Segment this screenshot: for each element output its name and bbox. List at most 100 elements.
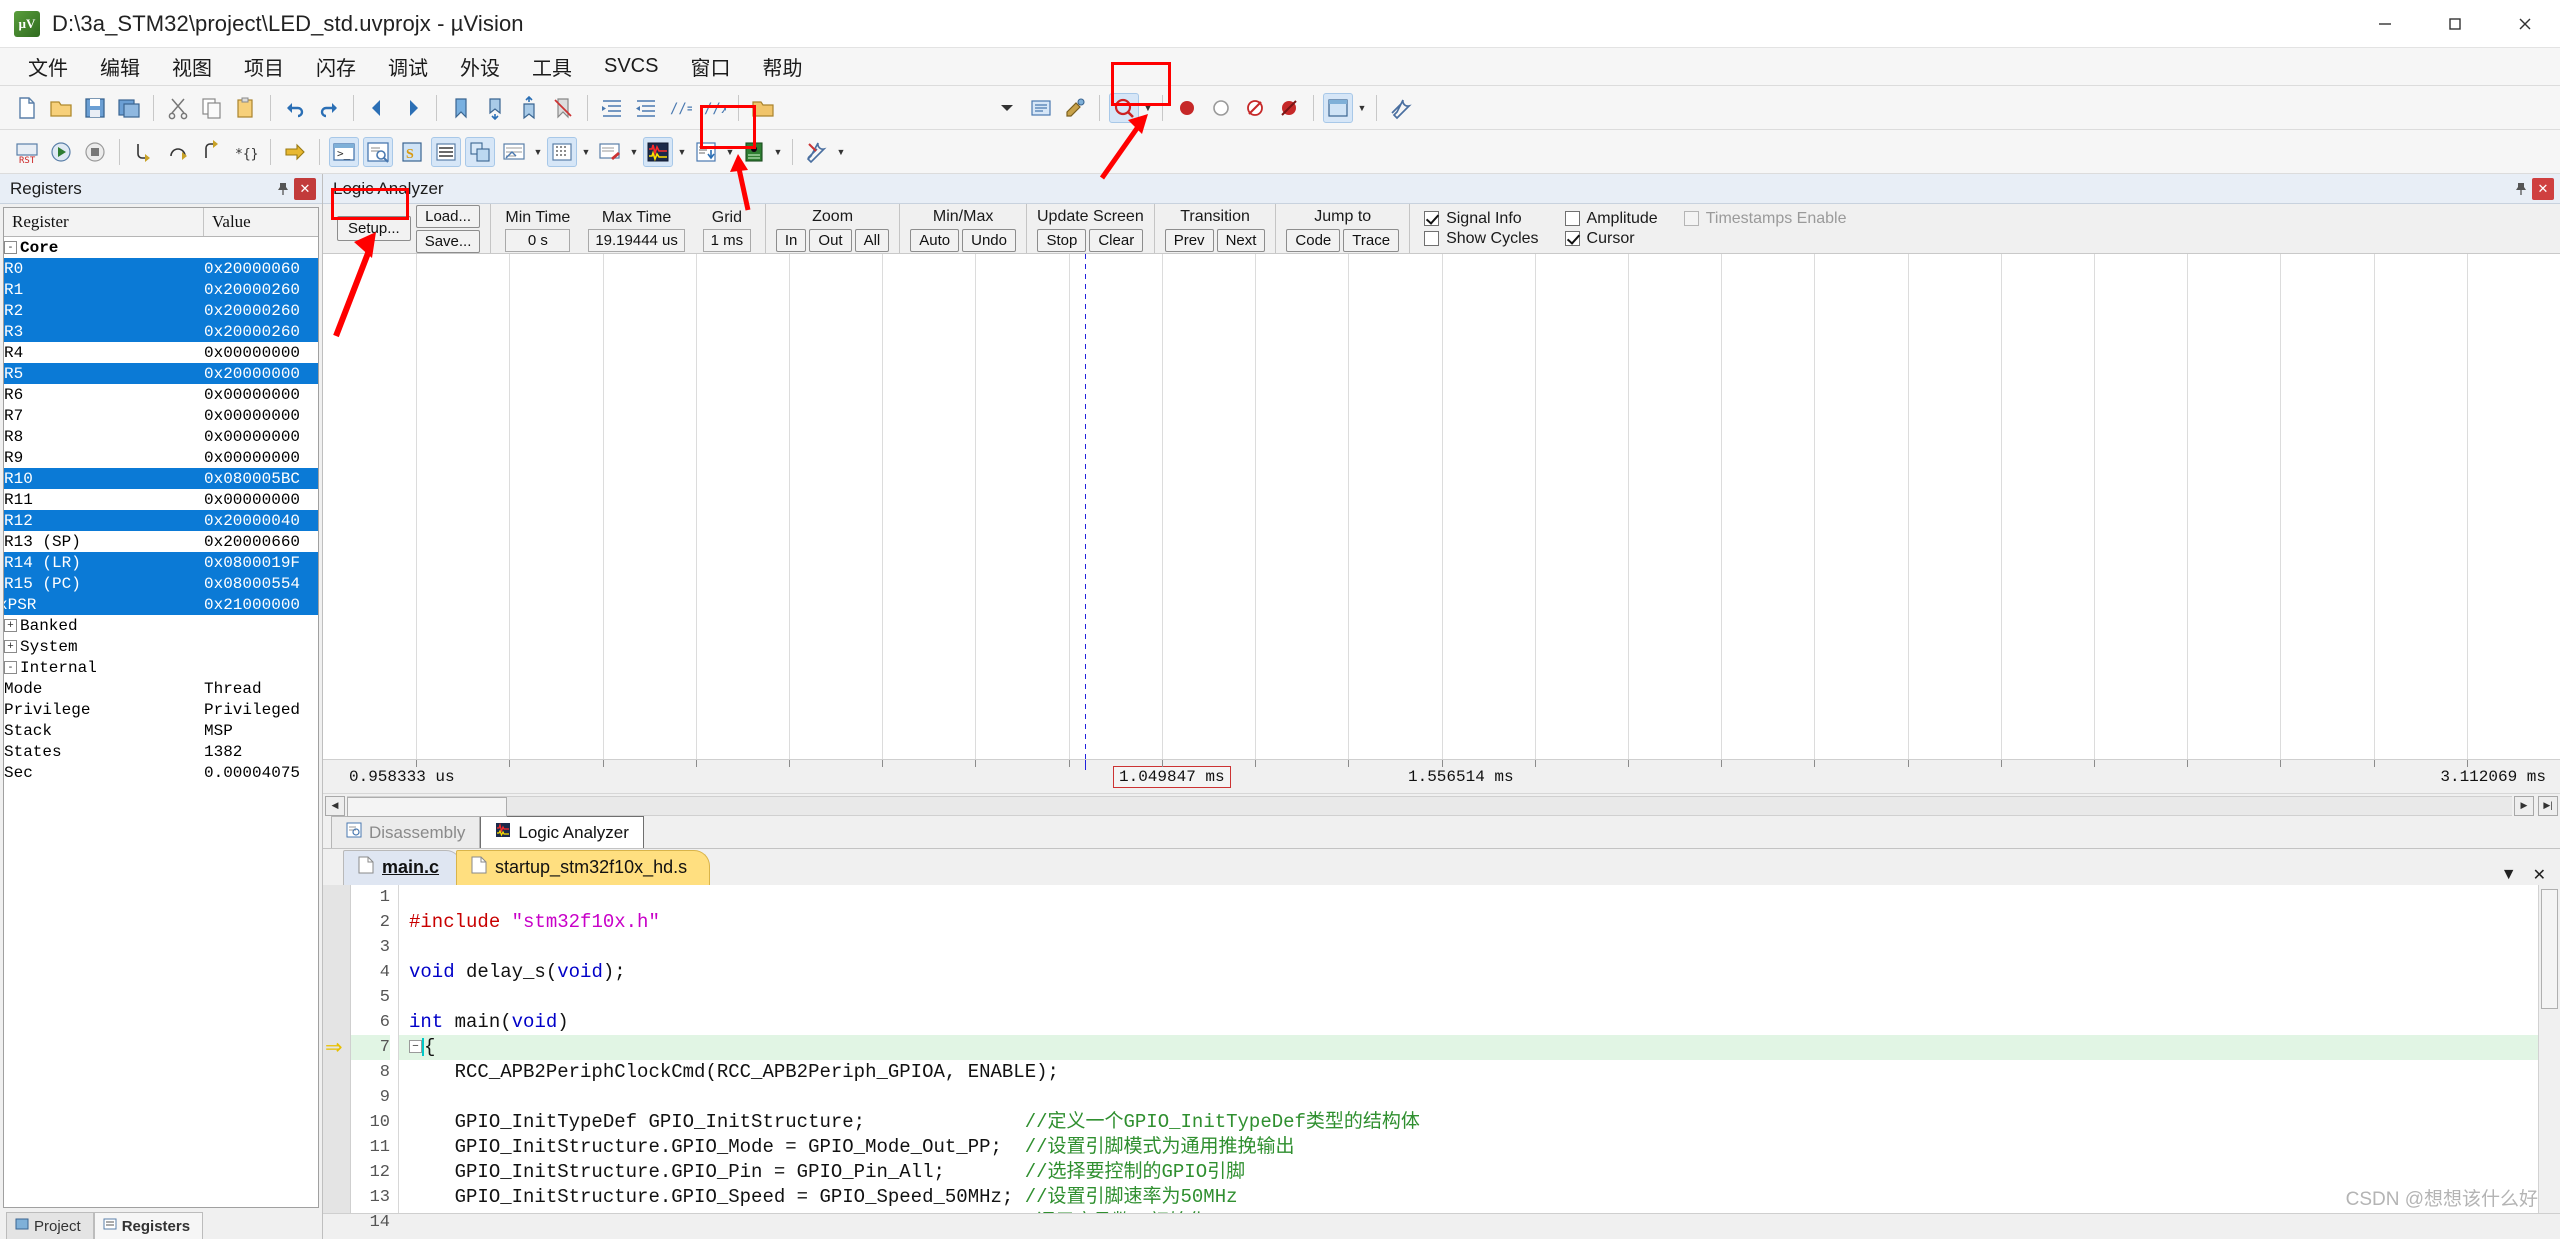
system-viewer-dropdown-arrow[interactable]: ▼	[771, 137, 785, 167]
menu-file[interactable]: 文件	[14, 48, 82, 85]
register-row[interactable]: R8 0x00000000	[4, 426, 318, 447]
menu-view[interactable]: 视图	[158, 48, 226, 85]
code-line[interactable]: void delay_s(void);	[399, 960, 2538, 985]
redo-icon[interactable]	[314, 93, 344, 123]
expand-icon[interactable]: +	[4, 618, 17, 632]
scroll-right-icon[interactable]: ▶	[2514, 795, 2534, 816]
copy-icon[interactable]	[197, 93, 227, 123]
load-button[interactable]: Load...	[415, 204, 481, 228]
open-file-icon[interactable]	[46, 93, 76, 123]
register-row[interactable]: R13 (SP) 0x20000660	[4, 531, 318, 552]
show-cycles-checkbox[interactable]: Show Cycles	[1424, 230, 1539, 248]
code-line[interactable]: GPIO_InitTypeDef GPIO_InitStructure; //定…	[399, 1110, 2538, 1135]
register-row[interactable]: R3 0x20000260	[4, 321, 318, 342]
chevron-down-icon[interactable]: ▼	[2501, 866, 2517, 884]
code-line[interactable]: GPIO_InitStructure.GPIO_Mode = GPIO_Mode…	[399, 1135, 2538, 1160]
save-button[interactable]: Save...	[415, 229, 481, 253]
register-row[interactable]: R12 0x20000040	[4, 510, 318, 531]
command-window-icon[interactable]: >_	[329, 136, 359, 167]
minmax-undo-button[interactable]: Undo	[962, 228, 1016, 252]
tab-disassembly[interactable]: Disassembly	[331, 816, 481, 848]
step-into-icon[interactable]	[129, 137, 159, 167]
settings-wrench-icon[interactable]	[1386, 93, 1416, 123]
register-row[interactable]: R7 0x00000000	[4, 405, 318, 426]
close-icon[interactable]: ✕	[2533, 865, 2546, 885]
disassembly-window-icon[interactable]	[363, 136, 393, 167]
serial-window-icon[interactable]	[595, 137, 625, 167]
close-button[interactable]	[2490, 0, 2560, 48]
run-icon[interactable]	[46, 137, 76, 167]
save-all-icon[interactable]	[114, 93, 144, 123]
call-stack-window-icon[interactable]	[465, 136, 495, 167]
update-stop-button[interactable]: Stop	[1037, 228, 1087, 252]
components-dropdown-arrow[interactable]: ▼	[1355, 93, 1369, 123]
memory-dropdown-arrow[interactable]: ▼	[579, 137, 593, 167]
code-line[interactable]	[399, 935, 2538, 960]
cursor-checkbox[interactable]: Cursor	[1564, 230, 1658, 248]
register-row[interactable]: R4 0x00000000	[4, 342, 318, 363]
menu-edit[interactable]: 编辑	[86, 48, 154, 85]
register-row[interactable]: R0 0x20000060	[4, 258, 318, 279]
watch-window-icon[interactable]	[499, 137, 529, 167]
symbols-window-icon[interactable]: S	[397, 137, 427, 167]
menu-project[interactable]: 项目	[230, 48, 298, 85]
setup-button[interactable]: Setup...	[337, 216, 411, 241]
collapse-icon[interactable]: -	[4, 660, 17, 674]
run-to-cursor-icon[interactable]: *{}	[231, 137, 261, 167]
register-row[interactable]: Mode Thread	[4, 678, 318, 699]
tab-startup-asm[interactable]: startup_stm32f10x_hd.s	[456, 850, 711, 885]
cursor-line[interactable]	[1085, 254, 1086, 759]
editor-breakpoint-gutter[interactable]: ⇒	[323, 885, 351, 1213]
register-row[interactable]: R1 0x20000260	[4, 279, 318, 300]
zoom-in-button[interactable]: In	[775, 228, 807, 252]
editor-code-area[interactable]: #include "stm32f10x.h" void delay_s(void…	[399, 885, 2538, 1213]
target-select-dropdown[interactable]	[992, 93, 1022, 123]
debug-dropdown-arrow[interactable]: ▼	[1141, 93, 1155, 123]
register-row[interactable]: R10 0x080005BC	[4, 468, 318, 489]
update-clear-button[interactable]: Clear	[1089, 228, 1144, 252]
code-line[interactable]: −{	[399, 1035, 2538, 1060]
disable-all-breakpoints-icon[interactable]	[1240, 93, 1270, 123]
scroll-thumb[interactable]	[347, 796, 507, 817]
cut-icon[interactable]	[163, 93, 193, 123]
code-line[interactable]: GPIO_InitStructure.GPIO_Speed = GPIO_Spe…	[399, 1185, 2538, 1210]
grid-value[interactable]: 1 ms	[702, 228, 751, 252]
code-line[interactable]: RCC_APB2PeriphClockCmd(RCC_APB2Periph_GP…	[399, 1060, 2538, 1085]
transition-prev-button[interactable]: Prev	[1164, 228, 1214, 252]
trace-window-icon[interactable]	[691, 137, 721, 167]
collapse-icon[interactable]: -	[4, 240, 17, 254]
close-icon[interactable]: ✕	[2532, 177, 2554, 200]
menu-help[interactable]: 帮助	[748, 48, 816, 85]
paste-icon[interactable]	[231, 93, 261, 123]
register-row[interactable]: R15 (PC) 0x08000554	[4, 573, 318, 594]
register-row[interactable]: Privilege Privileged	[4, 699, 318, 720]
expand-icon[interactable]: +	[4, 639, 17, 653]
code-line[interactable]: int main(void)	[399, 1010, 2538, 1035]
scroll-thumb[interactable]	[2541, 889, 2558, 1009]
menu-peripherals[interactable]: 外设	[446, 48, 514, 85]
code-line[interactable]	[399, 985, 2538, 1010]
register-row[interactable]: + Banked	[4, 615, 318, 636]
tab-main-c[interactable]: main.c	[343, 850, 463, 885]
jump-to-trace-button[interactable]: Trace	[1343, 228, 1400, 252]
configure-target-icon[interactable]	[1060, 93, 1090, 123]
register-row[interactable]: + System	[4, 636, 318, 657]
maximize-button[interactable]	[2420, 0, 2490, 48]
stop-icon[interactable]	[80, 137, 110, 167]
register-row[interactable]: R9 0x00000000	[4, 447, 318, 468]
logic-analyzer-icon[interactable]	[643, 136, 673, 167]
register-row[interactable]: R2 0x20000260	[4, 300, 318, 321]
start-stop-debug-icon[interactable]	[1109, 92, 1139, 123]
register-row[interactable]: +xPSR 0x21000000	[4, 594, 318, 615]
toolbox-dropdown-arrow[interactable]: ▼	[834, 137, 848, 167]
uncomment-icon[interactable]: //x	[699, 93, 729, 123]
amplitude-checkbox[interactable]: Amplitude	[1564, 210, 1658, 228]
back-icon[interactable]	[363, 93, 393, 123]
bookmark-clear-icon[interactable]	[548, 93, 578, 123]
editor-vscrollbar[interactable]	[2538, 885, 2560, 1213]
insert-breakpoint-icon[interactable]	[1172, 93, 1202, 123]
menu-window[interactable]: 窗口	[676, 48, 744, 85]
menu-tools[interactable]: 工具	[518, 48, 586, 85]
menu-flash[interactable]: 闪存	[302, 48, 370, 85]
logic-analyzer-waveform-canvas[interactable]	[323, 254, 2560, 759]
